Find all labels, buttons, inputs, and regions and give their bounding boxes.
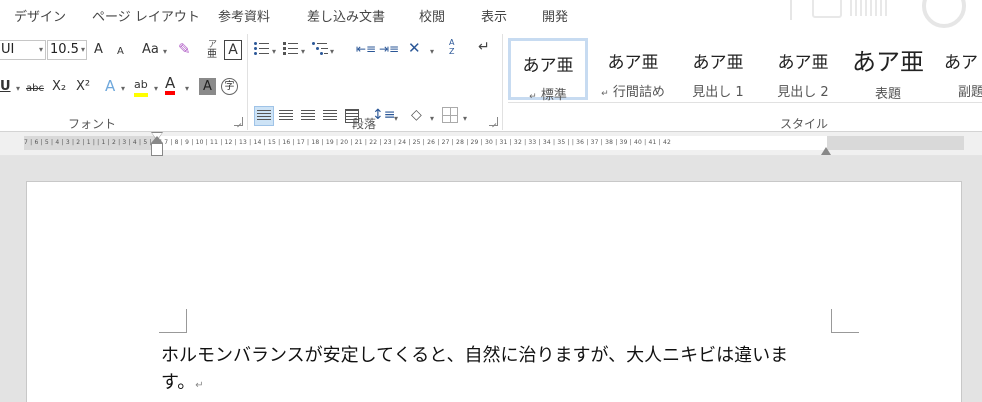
chevron-down-icon[interactable]: ▾ [394,111,398,127]
font-group-label: フォント [68,117,117,131]
show-marks-icon[interactable]: ↵ [478,39,490,55]
bullets-icon[interactable] [254,42,270,56]
style-no-spacing[interactable]: あア亜 ↵ 行間詰め [593,38,673,100]
tab-references[interactable]: 参考資料 [218,6,270,25]
shading-icon[interactable]: ◇ [411,107,422,126]
change-case-button[interactable]: Aa [142,42,159,58]
sort-icon[interactable]: A Z [449,38,459,56]
grow-font-button[interactable]: A [94,42,103,58]
right-indent-marker[interactable] [821,147,831,155]
styles-group-label: スタイル [780,117,829,131]
style-name: 見出し 2 [777,85,829,100]
style-sample: あア亜 [777,53,829,73]
background-decoration [732,0,982,28]
numbering-icon[interactable] [283,42,299,56]
multilevel-list-icon[interactable] [312,42,328,56]
ribbon-tab-bar: デザイン ページ レイアウト 参考資料 差し込み文書 校閲 表示 開発 [0,0,982,30]
document-page[interactable]: ホルモンバランスが安定してくると、自然に治りますが、大人ニキビは違います。↵ [26,181,962,402]
tab-page-layout[interactable]: ページ レイアウト [92,6,200,25]
decrease-indent-icon[interactable]: ⇤≡ [356,41,376,57]
increase-indent-icon[interactable]: ⇥≡ [379,41,399,57]
paragraph-group-label: 段落 [352,117,377,131]
style-sample: あア亜 [692,53,744,73]
style-sample: あア [944,53,978,73]
font-name-value: UI [1,42,15,57]
asian-layout-icon[interactable]: ✕ [408,40,421,56]
align-right-icon[interactable] [301,110,315,122]
chevron-down-icon[interactable]: ▾ [272,44,276,60]
gallery-divider [508,102,982,103]
style-normal[interactable]: あア亜 ↵ 標準 [508,38,588,103]
align-center-icon[interactable] [279,110,293,122]
style-name: 副題 [958,85,982,100]
align-left-icon [257,110,271,122]
font-size-combo[interactable]: 10.5 ▾ [47,40,87,60]
ribbon: UI ▾ 10.5 ▾ A A Aa ▾ ✎ ア 亜 A U ▾ abc X₂ … [0,30,982,132]
paragraph-dialog-launcher-icon[interactable] [489,117,498,126]
chevron-down-icon[interactable]: ▾ [430,44,434,60]
phonetic-guide-base: 亜 [207,49,217,60]
tab-design[interactable]: デザイン [14,6,66,25]
style-name: 見出し 1 [692,85,744,100]
hanging-indent-marker[interactable] [151,136,163,156]
style-title[interactable]: あア亜 表題 [848,38,928,102]
paragraph-text: ホルモンバランスが安定してくると、自然に治りますが、大人ニキビは違います。 [161,345,789,393]
style-name: 行間詰め [612,85,665,100]
superscript-button[interactable]: X² [76,79,90,95]
tab-developer[interactable]: 開発 [542,6,568,25]
chevron-down-icon[interactable]: ▾ [301,44,305,60]
strikethrough-button[interactable]: abc [26,81,44,97]
chevron-down-icon[interactable]: ▾ [39,41,43,59]
font-dialog-launcher-icon[interactable] [234,117,243,126]
chevron-down-icon[interactable]: ▾ [81,41,85,59]
paragraph-mark-icon: ↵ [529,92,537,102]
style-name: 表題 [874,87,901,102]
group-divider [247,34,248,130]
chevron-down-icon[interactable]: ▾ [163,44,167,60]
style-sample: あア亜 [852,48,924,76]
char-border-button[interactable]: A [224,40,242,60]
chevron-down-icon[interactable]: ▾ [463,111,467,127]
document-paragraph[interactable]: ホルモンバランスが安定してくると、自然に治りますが、大人ニキビは違います。↵ [161,342,821,399]
crop-mark-right [831,309,859,333]
subscript-button[interactable]: X₂ [52,79,66,95]
chevron-down-icon[interactable]: ▾ [430,111,434,127]
paragraph-mark-icon: ↵ [601,89,609,99]
style-heading-2[interactable]: あア亜 見出し 2 [763,38,843,100]
style-subtitle[interactable]: あア 副題 [928,38,982,100]
shrink-font-button[interactable]: A [117,44,124,60]
crop-mark-left [159,309,187,333]
font-name-combo[interactable]: UI ▾ [0,40,46,60]
highlight-button[interactable]: ab [134,77,148,97]
style-name: 標準 [540,88,567,103]
tab-review[interactable]: 校閲 [419,6,445,25]
underline-button[interactable]: U [0,79,11,95]
tab-view[interactable]: 表示 [481,6,507,25]
horizontal-ruler[interactable]: 7 | 6 | 5 | 4 | 3 | 2 | 1 | | 1 | 2 | 3 … [0,132,982,156]
style-sample: あア亜 [607,53,659,73]
style-heading-1[interactable]: あア亜 見出し 1 [678,38,758,100]
font-color-button[interactable]: A [165,75,176,95]
chevron-down-icon[interactable]: ▾ [154,81,158,97]
document-canvas: ホルモンバランスが安定してくると、自然に治りますが、大人ニキビは違います。↵ [0,156,982,402]
char-shading-button[interactable]: A [199,78,216,95]
clear-format-icon[interactable]: ✎ [178,41,191,57]
paragraph-mark-icon: ↵ [195,380,204,391]
tab-mailings[interactable]: 差し込み文書 [307,6,385,25]
font-size-value: 10.5 [50,42,79,57]
chevron-down-icon[interactable]: ▾ [121,81,125,97]
justify-icon[interactable] [323,110,337,122]
group-divider [502,34,503,130]
borders-icon[interactable] [442,107,458,123]
chevron-down-icon[interactable]: ▾ [16,81,20,97]
style-sample: あア亜 [522,56,574,76]
chevron-down-icon[interactable]: ▾ [330,44,334,60]
text-effects-button[interactable]: A [105,78,115,94]
enclose-chars-button[interactable]: 字 [221,78,238,95]
chevron-down-icon[interactable]: ▾ [185,81,189,97]
